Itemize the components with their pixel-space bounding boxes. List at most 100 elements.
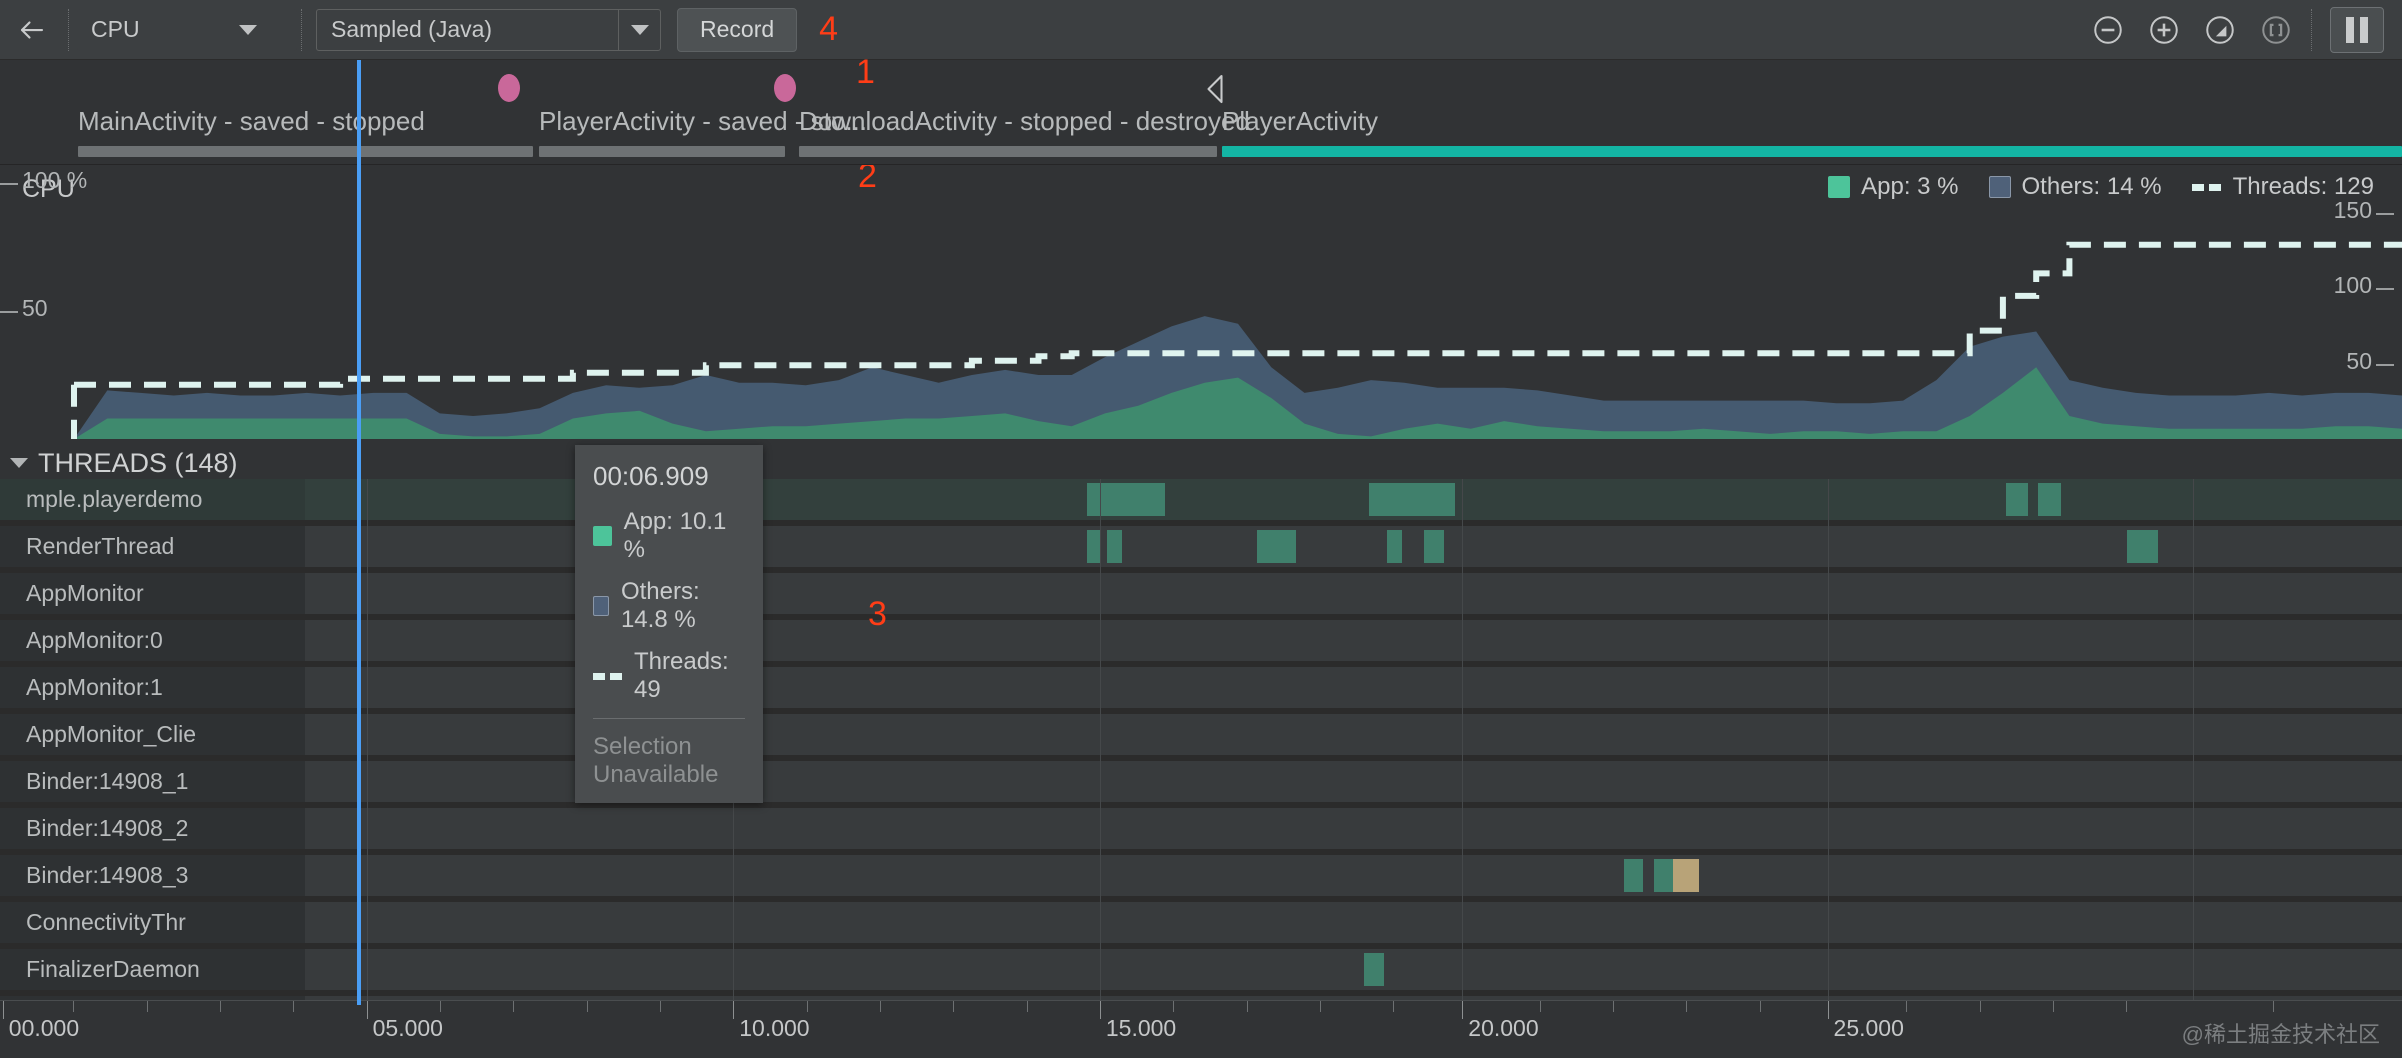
thread-name: AppMonitor:1 — [26, 674, 163, 700]
tooltip-timestamp: 00:06.909 — [593, 461, 709, 491]
activity-label: PlayerActivity — [1222, 106, 1379, 136]
reset-zoom-icon[interactable] — [2195, 5, 2245, 55]
time-tick-major — [366, 1001, 368, 1019]
time-tick-minor — [586, 1001, 588, 1012]
thread-activity-block[interactable] — [1364, 953, 1384, 986]
thread-name: Binder:14908_2 — [26, 815, 189, 841]
thread-activity-block[interactable] — [1424, 530, 1444, 563]
thread-activity-track[interactable] — [305, 855, 2402, 896]
thread-activity-block[interactable] — [1623, 859, 1644, 892]
record-button-label: Record — [700, 16, 775, 42]
thread-name: RenderThread — [26, 533, 175, 559]
touch-event-dot[interactable] — [774, 74, 796, 102]
timeline-gridline — [2192, 479, 2194, 1000]
zoom-out-icon[interactable] — [2083, 5, 2133, 55]
activity-lifecycle-bar[interactable] — [1222, 146, 2402, 157]
touch-event-dot[interactable] — [498, 74, 520, 102]
toolbar-divider-3 — [2311, 8, 2312, 51]
attach-to-live-icon[interactable] — [2251, 5, 2301, 55]
cpu-percent-axis: 100 % 50 — [0, 165, 120, 447]
legend-label-others: Others: 14 % — [2021, 173, 2162, 200]
tooltip-divider — [593, 718, 745, 719]
zoom-in-icon[interactable] — [2139, 5, 2189, 55]
back-arrow-icon[interactable] — [0, 0, 64, 60]
activity-lifecycle-bar[interactable] — [539, 146, 785, 157]
thread-activity-block[interactable] — [1087, 483, 1166, 516]
annotation-3: 3 — [868, 595, 887, 633]
time-tick-minor — [879, 1001, 881, 1012]
timeline-gridline — [1827, 479, 1829, 1000]
legend-item-others: Others: 14 % — [1988, 173, 2162, 201]
chevron-down-icon[interactable] — [618, 9, 660, 50]
time-tick-major — [2, 1001, 4, 1019]
thread-activity-block[interactable] — [2037, 483, 2062, 516]
cpu-axis-label: 50 — [22, 295, 48, 321]
thread-name: Binder:14908_3 — [26, 862, 189, 888]
timeline-gridline — [366, 479, 368, 1000]
time-axis[interactable]: 00.000 05.000 10.000 15.000 20.000 25.000 @稀土… — [0, 1000, 2402, 1058]
record-button[interactable]: Record — [677, 7, 798, 52]
profiler-type-select[interactable]: CPU — [77, 8, 297, 51]
thread-activity-block[interactable] — [1654, 859, 1673, 892]
time-tick-minor — [1319, 1001, 1321, 1012]
threads-count-axis: 150 100 50 — [2282, 165, 2402, 447]
activity-lifecycle-bar[interactable] — [78, 146, 533, 157]
time-tick-label: 25.000 — [1833, 1015, 1904, 1041]
timeline-gridline — [1099, 479, 1101, 1000]
time-tick-label: 00.000 — [8, 1015, 80, 1041]
thread-activity-track[interactable] — [305, 949, 2402, 990]
thread-name: ConnectivityThr — [26, 909, 186, 935]
toolbar-divider-2 — [301, 8, 302, 51]
time-tick-minor — [1173, 1001, 1175, 1012]
time-tick-minor — [1246, 1001, 1248, 1012]
thread-name: AppMonitor:0 — [26, 627, 163, 653]
recording-mode-select[interactable]: Sampled (Java) — [316, 8, 661, 51]
time-tick-label: 05.000 — [372, 1015, 443, 1041]
legend-label-app: App: 3 % — [1861, 173, 1959, 200]
tooltip-row-others: Others: 14.8 % — [593, 578, 745, 634]
toolbar-right-group — [2083, 5, 2402, 55]
thread-activity-track[interactable] — [305, 902, 2402, 943]
thread-activity-block[interactable] — [1386, 530, 1403, 563]
threads-axis-label: 150 — [2333, 197, 2372, 224]
time-tick-label: 20.000 — [1468, 1015, 1539, 1041]
time-tick-minor — [1539, 1001, 1541, 1012]
time-tick-label: 15.000 — [1105, 1015, 1177, 1041]
thread-activity-block[interactable] — [1106, 530, 1122, 563]
time-tick-label: 10.000 — [739, 1015, 810, 1041]
pause-button[interactable] — [2330, 6, 2384, 53]
thread-name: mple.playerdemo — [26, 486, 203, 512]
threads-axis-tick — [2376, 288, 2394, 291]
activity-lifecycle-bar[interactable] — [799, 146, 1217, 157]
thread-activity-block[interactable] — [2005, 483, 2028, 516]
thread-activity-block[interactable] — [1672, 859, 1699, 892]
time-tick-minor — [146, 1001, 148, 1012]
time-tick-minor — [1759, 1001, 1761, 1012]
legend-swatch-threads — [2191, 183, 2222, 191]
tooltip-row-threads: Threads: 49 — [593, 648, 745, 704]
tooltip-swatch-threads — [593, 672, 622, 680]
thread-activity-track[interactable] — [305, 808, 2402, 849]
tooltip-swatch-app — [593, 526, 612, 546]
collapse-caret-icon[interactable] — [10, 458, 28, 468]
activity-label: MainActivity - saved - stopped — [78, 106, 425, 136]
time-tick-minor — [439, 1001, 441, 1012]
time-tick-major — [1827, 1001, 1829, 1019]
tooltip-label-threads: Threads: 49 — [634, 648, 729, 703]
thread-activity-block[interactable] — [1368, 483, 1456, 516]
back-triangle-icon — [1202, 72, 1228, 111]
time-tick-minor — [1906, 1001, 1908, 1012]
profiler-type-value: CPU — [91, 16, 140, 42]
time-tick-minor — [1979, 1001, 1981, 1012]
timeline-gridline — [1462, 479, 1464, 1000]
chevron-down-icon[interactable] — [227, 10, 269, 50]
legend-item-threads: Threads: 129 — [2191, 173, 2374, 201]
thread-activity-block[interactable] — [1257, 530, 1297, 563]
thread-name: AppMonitor_Clie — [26, 721, 197, 747]
time-tick-minor — [219, 1001, 221, 1012]
time-tick-minor — [293, 1001, 295, 1012]
activity-label: DownloadActivity - stopped - destroyed — [799, 106, 1250, 136]
thread-activity-block[interactable] — [2126, 530, 2158, 563]
playhead-line[interactable] — [357, 60, 361, 1005]
annotation-4: 4 — [819, 10, 839, 48]
